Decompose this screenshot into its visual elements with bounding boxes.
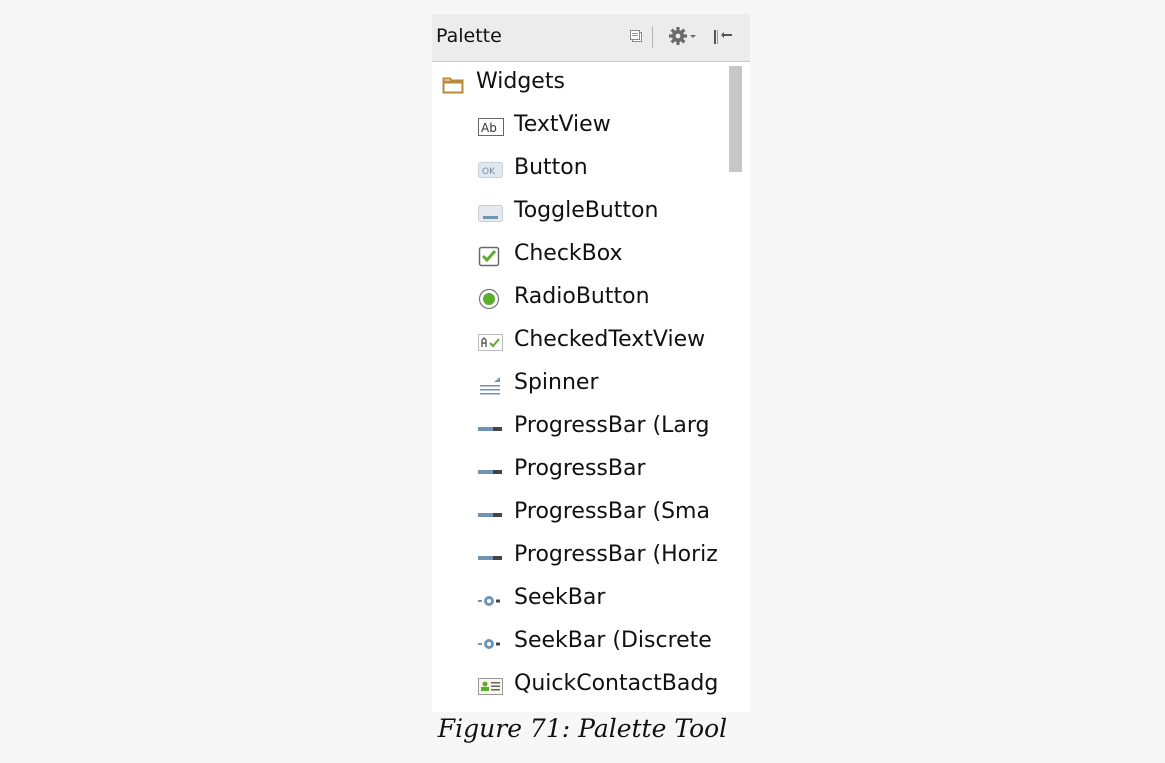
svg-text:OK: OK xyxy=(482,167,496,177)
togglebutton-icon xyxy=(478,202,503,224)
palette-header: Palette xyxy=(432,14,750,62)
svg-text:Ab: Ab xyxy=(481,121,497,135)
palette-item-label: SeekBar (Discrete xyxy=(514,628,712,653)
checkbox-icon xyxy=(478,245,500,267)
palette-tree[interactable]: Widgets Ab TextView OK Button ToggleButt… xyxy=(432,62,750,712)
palette-item-label: CheckedTextView xyxy=(514,327,706,352)
progressbar-icon xyxy=(478,417,502,439)
palette-item-progressbar-large[interactable]: ProgressBar (Larg xyxy=(432,406,728,449)
header-divider xyxy=(652,26,653,48)
progressbar-icon xyxy=(478,503,502,525)
palette-item-label: ProgressBar (Sma xyxy=(514,499,710,524)
palette-item-label: SeekBar xyxy=(514,585,606,610)
palette-item-checkbox[interactable]: CheckBox xyxy=(432,234,728,277)
palette-item-label: ProgressBar (Horiz xyxy=(514,542,718,567)
palette-item-label: ToggleButton xyxy=(514,198,659,223)
palette-item-label: CheckBox xyxy=(514,241,623,266)
textview-icon: Ab xyxy=(478,116,504,138)
seekbar-icon xyxy=(478,632,500,654)
palette-panel: Palette Widgets Ab TextView OK Button To… xyxy=(432,14,750,712)
folder-icon xyxy=(442,73,464,95)
seekbar-icon xyxy=(478,589,500,611)
widgets-group-label: Widgets xyxy=(476,69,565,94)
spinner-icon xyxy=(478,374,500,396)
widgets-group[interactable]: Widgets xyxy=(432,62,728,105)
palette-item-seekbar-discrete[interactable]: SeekBar (Discrete xyxy=(432,621,728,664)
hide-panel-icon[interactable] xyxy=(712,28,734,50)
restore-icon[interactable] xyxy=(628,28,644,48)
gear-icon[interactable] xyxy=(668,26,698,52)
palette-item-spinner[interactable]: Spinner xyxy=(432,363,728,406)
palette-item-progressbar[interactable]: ProgressBar xyxy=(432,449,728,492)
progressbar-icon xyxy=(478,546,502,568)
palette-item-label: ProgressBar (Larg xyxy=(514,413,710,438)
palette-item-label: Spinner xyxy=(514,370,599,395)
palette-item-progressbar-horizontal[interactable]: ProgressBar (Horiz xyxy=(432,535,728,578)
palette-item-label: QuickContactBadg xyxy=(514,671,719,696)
progressbar-icon xyxy=(478,460,502,482)
quickcontactbadge-icon xyxy=(478,675,503,697)
palette-item-label: TextView xyxy=(514,112,611,137)
palette-item-label: ProgressBar xyxy=(514,456,646,481)
checkedtextview-icon xyxy=(478,331,503,353)
scrollbar-thumb[interactable] xyxy=(729,66,742,172)
palette-title: Palette xyxy=(436,25,502,47)
figure-caption: Figure 71: Palette Tool xyxy=(437,714,728,743)
palette-item-textview[interactable]: Ab TextView xyxy=(432,105,728,148)
palette-item-seekbar[interactable]: SeekBar xyxy=(432,578,728,621)
palette-item-radiobutton[interactable]: RadioButton xyxy=(432,277,728,320)
palette-item-label: Button xyxy=(514,155,588,180)
palette-item-quickcontactbadge[interactable]: QuickContactBadg xyxy=(432,664,728,707)
palette-item-progressbar-small[interactable]: ProgressBar (Sma xyxy=(432,492,728,535)
palette-item-checkedtextview[interactable]: CheckedTextView xyxy=(432,320,728,363)
palette-item-button[interactable]: OK Button xyxy=(432,148,728,191)
palette-item-togglebutton[interactable]: ToggleButton xyxy=(432,191,728,234)
button-icon: OK xyxy=(478,159,503,181)
radiobutton-icon xyxy=(478,288,500,310)
palette-item-label: RadioButton xyxy=(514,284,650,309)
